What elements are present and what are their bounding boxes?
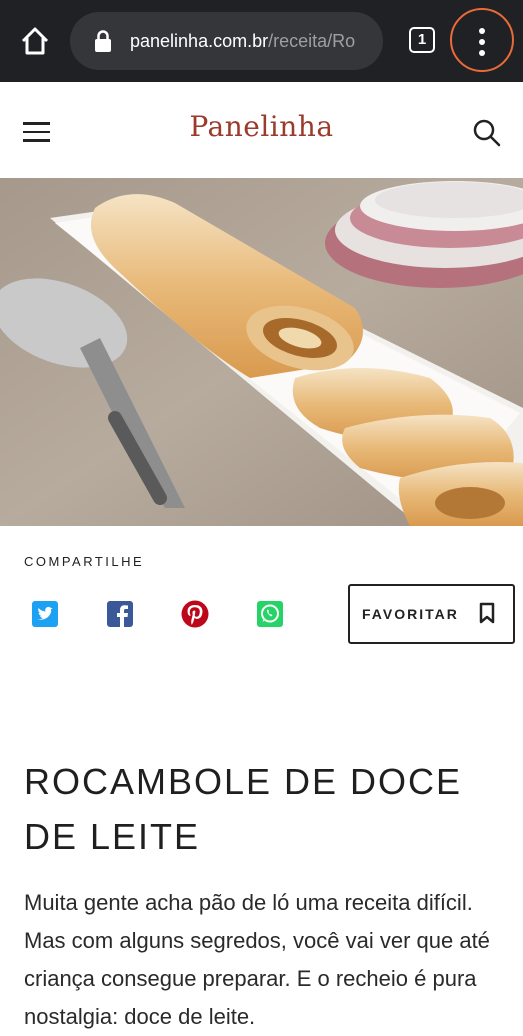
tab-switcher-button[interactable]: 1 (409, 27, 435, 53)
browser-toolbar: panelinha.com.br/receita/Ro 1 (0, 0, 523, 82)
url-path: /receita/Ro (268, 31, 356, 51)
address-bar[interactable]: panelinha.com.br/receita/Ro (70, 12, 383, 70)
lock-icon (95, 30, 111, 52)
favorite-button[interactable]: FAVORITAR (348, 584, 515, 644)
more-options-icon[interactable] (478, 28, 486, 56)
url-domain: panelinha.com.br (130, 31, 269, 51)
url-text: panelinha.com.br/receita/Ro (130, 12, 355, 70)
site-logo[interactable]: Panelinha (0, 110, 523, 143)
twitter-icon[interactable] (31, 600, 59, 628)
search-icon[interactable] (472, 118, 502, 148)
whatsapp-icon[interactable] (256, 600, 284, 628)
bookmark-icon (479, 602, 495, 624)
recipe-hero-image (0, 178, 523, 526)
home-icon[interactable] (18, 24, 52, 58)
pinterest-icon[interactable] (181, 600, 209, 628)
site-header: Panelinha (0, 82, 523, 178)
favorite-label: FAVORITAR (362, 606, 459, 622)
recipe-intro: Muita gente acha pão de ló uma receita d… (24, 890, 490, 1029)
facebook-icon[interactable] (106, 600, 134, 628)
share-label: COMPARTILHE (24, 554, 145, 569)
recipe-title: ROCAMBOLE DE DOCE DE LEITE (24, 761, 463, 857)
